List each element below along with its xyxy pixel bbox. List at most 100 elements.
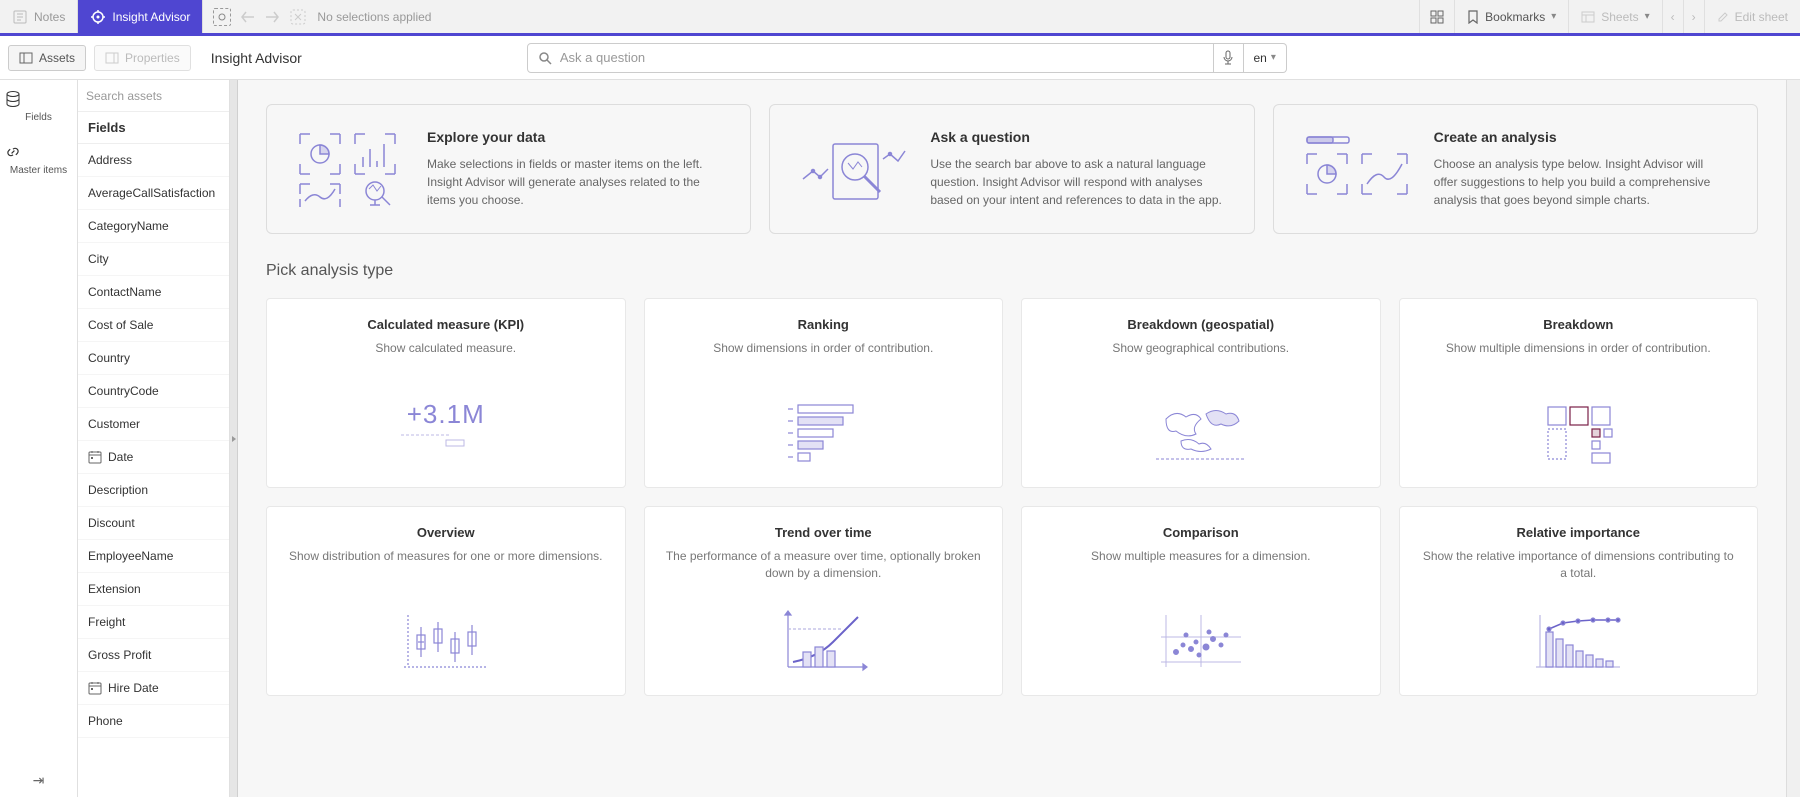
analysis-card[interactable]: ComparisonShow multiple measures for a d… xyxy=(1021,506,1381,696)
intro-illustration xyxy=(1302,129,1412,209)
field-item[interactable]: CountryCode xyxy=(78,375,229,408)
database-icon xyxy=(4,90,73,108)
analysis-illustration: +3.1M xyxy=(396,399,496,469)
analysis-desc: Show distribution of measures for one or… xyxy=(289,548,602,565)
selections-forward-icon[interactable] xyxy=(265,11,279,23)
field-label: AverageCallSatisfaction xyxy=(88,186,215,200)
intro-desc: Make selections in fields or master item… xyxy=(427,155,722,209)
clear-selections-icon[interactable] xyxy=(289,8,307,26)
panel-resizer[interactable] xyxy=(230,80,238,797)
chevron-left-icon: ‹ xyxy=(1671,10,1675,24)
analysis-illustration xyxy=(396,607,496,677)
link-icon xyxy=(4,143,73,161)
field-item[interactable]: Gross Profit xyxy=(78,639,229,672)
intro-card: Explore your dataMake selections in fiel… xyxy=(266,104,751,234)
assets-search-input[interactable] xyxy=(86,89,221,103)
prev-sheet-button[interactable]: ‹ xyxy=(1662,0,1683,33)
field-item[interactable]: Address xyxy=(78,144,229,177)
analysis-card[interactable]: Breakdown (geospatial)Show geographical … xyxy=(1021,298,1381,488)
fields-panel: Fields AddressAverageCallSatisfactionCat… xyxy=(78,80,230,797)
field-label: Customer xyxy=(88,417,140,431)
second-toolbar: Assets Properties Insight Advisor en xyxy=(0,36,1800,80)
field-item[interactable]: City xyxy=(78,243,229,276)
field-item[interactable]: Freight xyxy=(78,606,229,639)
assets-button[interactable]: Assets xyxy=(8,45,86,71)
search-input[interactable] xyxy=(560,50,1203,65)
analysis-illustration xyxy=(773,399,873,469)
panel-right-icon xyxy=(105,52,119,64)
selections-tool-icon[interactable] xyxy=(213,8,231,26)
field-label: Country xyxy=(88,351,130,365)
bookmarks-label: Bookmarks xyxy=(1485,10,1545,24)
field-item[interactable]: Discount xyxy=(78,507,229,540)
field-label: Discount xyxy=(88,516,135,530)
analysis-card[interactable]: Trend over timeThe performance of a meas… xyxy=(644,506,1004,696)
grid-button[interactable] xyxy=(1419,0,1454,33)
field-item[interactable]: Description xyxy=(78,474,229,507)
nav-master-items-label: Master items xyxy=(10,165,67,176)
field-label: Freight xyxy=(88,615,125,629)
nav-fields[interactable]: Fields xyxy=(0,80,77,133)
left-nav: Fields Master items ⇥ xyxy=(0,80,78,797)
intro-title: Create an analysis xyxy=(1434,129,1729,145)
intro-cards-row: Explore your dataMake selections in fiel… xyxy=(266,104,1758,234)
field-item[interactable]: AverageCallSatisfaction xyxy=(78,177,229,210)
search-box[interactable] xyxy=(527,43,1214,73)
field-item[interactable]: CategoryName xyxy=(78,210,229,243)
selections-back-icon[interactable] xyxy=(241,11,255,23)
notes-icon xyxy=(12,9,28,25)
analysis-card[interactable]: BreakdownShow multiple dimensions in ord… xyxy=(1399,298,1759,488)
nav-master-items[interactable]: Master items xyxy=(0,133,77,186)
intro-illustration xyxy=(798,129,908,209)
analysis-card[interactable]: Relative importanceShow the relative imp… xyxy=(1399,506,1759,696)
field-item[interactable]: EmployeeName xyxy=(78,540,229,573)
top-toolbar: Notes Insight Advisor No selection xyxy=(0,0,1800,36)
insight-advisor-tab[interactable]: Insight Advisor xyxy=(78,0,203,33)
fields-list: Address AverageCallSatisfaction CategoryNa… xyxy=(78,144,229,797)
edit-sheet-label: Edit sheet xyxy=(1735,10,1788,24)
expand-nav-button[interactable]: ⇥ xyxy=(33,772,45,789)
analysis-title: Overview xyxy=(417,525,475,540)
search-icon xyxy=(538,51,552,65)
intro-desc: Use the search bar above to ask a natura… xyxy=(930,155,1225,209)
field-item[interactable]: Hire Date xyxy=(78,672,229,705)
field-item[interactable]: Extension xyxy=(78,573,229,606)
analysis-illustration xyxy=(1528,399,1628,469)
field-item[interactable]: Country xyxy=(78,342,229,375)
analysis-card[interactable]: Overview Show distribution of measures fo… xyxy=(266,506,626,696)
intro-illustration xyxy=(295,129,405,209)
analysis-illustration xyxy=(1528,607,1628,677)
field-label: Extension xyxy=(88,582,141,596)
notes-button[interactable]: Notes xyxy=(0,0,78,33)
analysis-illustration xyxy=(773,607,873,677)
assets-search[interactable] xyxy=(78,80,229,112)
assets-label: Assets xyxy=(39,51,75,65)
insight-advisor-tab-label: Insight Advisor xyxy=(112,10,190,24)
selections-toolbar: No selections applied xyxy=(203,0,441,33)
field-label: Cost of Sale xyxy=(88,318,153,332)
analysis-card[interactable]: RankingShow dimensions in order of contr… xyxy=(644,298,1004,488)
field-label: Address xyxy=(88,153,132,167)
bookmarks-button[interactable]: Bookmarks ▾ xyxy=(1454,0,1568,33)
scrollbar[interactable] xyxy=(1786,80,1800,797)
properties-button[interactable]: Properties xyxy=(94,45,191,71)
field-item[interactable]: Date xyxy=(78,441,229,474)
analysis-card[interactable]: Calculated measure (KPI)Show calculated … xyxy=(266,298,626,488)
chevron-down-icon: ▾ xyxy=(1551,11,1556,22)
field-label: Description xyxy=(88,483,148,497)
next-sheet-button[interactable]: › xyxy=(1683,0,1704,33)
kpi-value: +3.1M xyxy=(396,399,496,430)
notes-label: Notes xyxy=(34,10,65,24)
field-item[interactable]: Phone xyxy=(78,705,229,738)
field-item[interactable]: ContactName xyxy=(78,276,229,309)
insight-advisor-icon xyxy=(90,9,106,25)
analysis-title: Trend over time xyxy=(775,525,872,540)
language-button[interactable]: en ▾ xyxy=(1244,43,1287,73)
field-item[interactable]: Customer xyxy=(78,408,229,441)
field-label: EmployeeName xyxy=(88,549,173,563)
field-item[interactable]: Cost of Sale xyxy=(78,309,229,342)
sheets-button[interactable]: Sheets ▾ xyxy=(1568,0,1661,33)
mic-button[interactable] xyxy=(1214,43,1244,73)
edit-sheet-button[interactable]: Edit sheet xyxy=(1704,0,1800,33)
analysis-desc: Show dimensions in order of contribution… xyxy=(713,340,933,357)
